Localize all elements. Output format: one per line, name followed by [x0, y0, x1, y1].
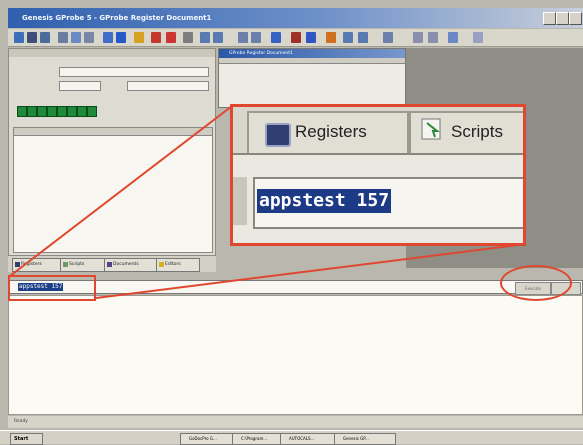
- zoom-tab-registers-label: Registers: [295, 122, 367, 141]
- zoom-command-field: appstest 157: [253, 177, 523, 229]
- zoom-side-gutter: [233, 177, 247, 225]
- scripts-icon: [421, 118, 441, 140]
- command-highlight-box: [8, 275, 96, 301]
- zoom-command-text: appstest 157: [257, 189, 392, 213]
- callout-line-bottom: [95, 243, 527, 299]
- execute-highlight-ellipse: [500, 265, 572, 301]
- registers-icon: [265, 123, 291, 147]
- zoom-tab-bar: Registers Scripts: [233, 107, 523, 155]
- zoom-callout: Registers Scripts appstest 157: [230, 104, 526, 246]
- callout-line-top: [9, 105, 233, 277]
- zoom-tab-scripts[interactable]: Scripts: [409, 111, 523, 153]
- zoom-tab-scripts-label: Scripts: [451, 122, 503, 141]
- zoom-tab-registers[interactable]: Registers: [247, 111, 409, 153]
